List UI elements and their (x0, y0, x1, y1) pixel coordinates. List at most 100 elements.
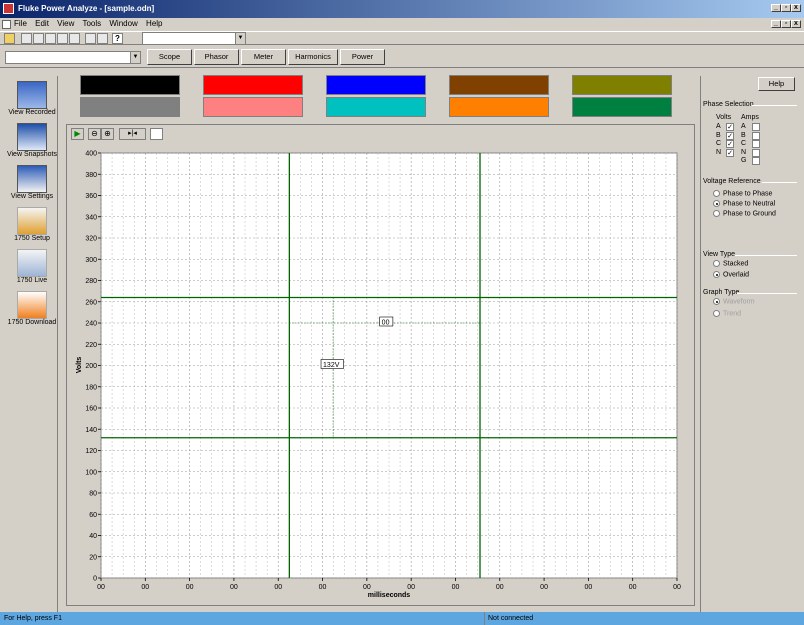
copy-icon[interactable] (150, 128, 163, 140)
amps-checkbox[interactable] (752, 131, 760, 140)
menu-file[interactable]: File (14, 19, 27, 28)
tab-scope[interactable]: Scope (147, 49, 192, 65)
view-type-title: View Type (703, 251, 736, 258)
print-icon[interactable] (85, 33, 96, 44)
nav-1750-download[interactable]: 1750 Download (4, 290, 60, 332)
phase-selection-title: Phase Selection (703, 101, 754, 108)
color-swatch-top-4[interactable] (449, 75, 549, 95)
volts-checkbox[interactable]: ✓ (726, 140, 734, 148)
amps-phase-label: N (741, 148, 747, 156)
nav-1750-setup[interactable]: 1750 Setup (4, 206, 60, 248)
tool-icon-4[interactable] (57, 33, 68, 44)
title-bar: Fluke Power Analyze - [sample.odn] (0, 0, 804, 18)
amps-phase-label: B (741, 131, 746, 139)
radio-button[interactable] (713, 190, 720, 197)
live-icon (17, 249, 47, 277)
radio-button[interactable] (713, 200, 720, 207)
color-swatch-bottom-1[interactable] (80, 97, 180, 117)
tool-icon-2[interactable] (33, 33, 44, 44)
nav-1750-live[interactable]: 1750 Live (4, 248, 60, 290)
menu-view[interactable]: View (57, 19, 74, 28)
doc-maximize-button[interactable]: ▫ (781, 20, 791, 28)
volts-phase-label: B (716, 131, 721, 139)
tool-icon-5[interactable] (69, 33, 80, 44)
setup-icon (17, 207, 47, 235)
color-swatch-top-3[interactable] (326, 75, 426, 95)
color-swatch-top-2[interactable] (203, 75, 303, 95)
maximize-button[interactable]: ▫ (781, 4, 791, 12)
color-swatch-top-1[interactable] (80, 75, 180, 95)
radio-button[interactable] (713, 260, 720, 267)
volts-checkbox[interactable]: ✓ (726, 123, 734, 131)
menu-bar: File Edit View Tools Window Help (0, 18, 804, 30)
tab-meter[interactable]: Meter (241, 49, 286, 65)
divider (752, 105, 797, 106)
tool-icon-6[interactable] (97, 33, 108, 44)
download-icon (17, 291, 47, 319)
nav-view-snapshots[interactable]: View Snapshots (4, 122, 60, 164)
nav-label: 1750 Download (7, 319, 57, 326)
amps-checkbox[interactable] (752, 123, 760, 131)
amps-checkbox[interactable] (752, 157, 760, 165)
volts-phase-label: C (716, 140, 722, 147)
tab-harmonics[interactable]: Harmonics (288, 49, 338, 65)
radio-button (713, 298, 720, 305)
radio-label: Waveform (723, 298, 755, 306)
cursor-toggle-icon[interactable]: ▸|◂ (119, 128, 146, 140)
chevron-down-icon[interactable]: ▼ (235, 33, 245, 44)
right-panel (700, 76, 800, 612)
snapshots-icon (17, 123, 47, 151)
menu-tools[interactable]: Tools (82, 19, 101, 28)
amps-checkbox[interactable] (752, 140, 760, 148)
nav-label: 1750 Setup (14, 235, 50, 242)
color-swatch-top-5[interactable] (572, 75, 672, 95)
amps-phase-label: A (741, 123, 746, 130)
radio-button[interactable] (713, 271, 720, 278)
nav-view-settings[interactable]: View Settings (4, 164, 60, 206)
doc-minimize-button[interactable]: _ (771, 20, 781, 28)
close-button[interactable]: x (791, 4, 801, 12)
volts-checkbox[interactable]: ✓ (726, 148, 734, 157)
recorded-icon (17, 81, 47, 109)
radio-button (713, 310, 720, 317)
menu-help[interactable]: Help (146, 19, 162, 28)
window-title: Fluke Power Analyze - [sample.odn] (18, 4, 155, 13)
color-swatch-bottom-3[interactable] (326, 97, 426, 117)
menu-window[interactable]: Window (109, 19, 137, 28)
menu-edit[interactable]: Edit (35, 19, 49, 28)
zoom-in-icon[interactable]: ⊕ (101, 128, 114, 140)
channel-color-swatches (80, 75, 680, 119)
nav-view-recorded[interactable]: View Recorded (4, 80, 60, 122)
zoom-out-icon[interactable]: ⊖ (88, 128, 101, 140)
amps-checkbox[interactable] (752, 148, 760, 157)
divider (737, 293, 797, 294)
color-swatch-bottom-2[interactable] (203, 97, 303, 117)
graph-type-title: Graph Type (703, 289, 740, 296)
radio-option[interactable]: Phase to Neutral (713, 200, 775, 207)
open-icon[interactable] (4, 33, 15, 44)
view-select[interactable]: ▼ (5, 51, 141, 64)
color-swatch-bottom-4[interactable] (449, 97, 549, 117)
radio-option[interactable]: Stacked (713, 260, 748, 267)
play-icon[interactable]: ▶ (71, 128, 84, 140)
radio-option[interactable]: Phase to Phase (713, 190, 772, 197)
context-help-icon[interactable]: ? (112, 33, 123, 44)
tool-icon-1[interactable] (21, 33, 32, 44)
radio-option[interactable]: Overlaid (713, 271, 749, 278)
amps-phase-label: G (741, 157, 747, 164)
tool-icon-3[interactable] (45, 33, 56, 44)
tab-power[interactable]: Power (340, 49, 385, 65)
minimize-button[interactable]: _ (771, 4, 781, 12)
volts-checkbox[interactable]: ✓ (726, 131, 734, 140)
radio-option[interactable]: Phase to Ground (713, 210, 776, 217)
chevron-down-icon[interactable]: ▼ (130, 52, 140, 63)
radio-label: Phase to Neutral (723, 200, 776, 208)
main-toolbar: ? (0, 31, 804, 45)
radio-button[interactable] (713, 210, 720, 217)
toolbar-combo[interactable]: ▼ (142, 32, 246, 45)
doc-close-button[interactable]: x (791, 20, 801, 28)
color-swatch-bottom-5[interactable] (572, 97, 672, 117)
help-button[interactable]: Help (758, 77, 795, 91)
tab-phasor[interactable]: Phasor (194, 49, 239, 65)
nav-label: View Settings (10, 193, 54, 200)
